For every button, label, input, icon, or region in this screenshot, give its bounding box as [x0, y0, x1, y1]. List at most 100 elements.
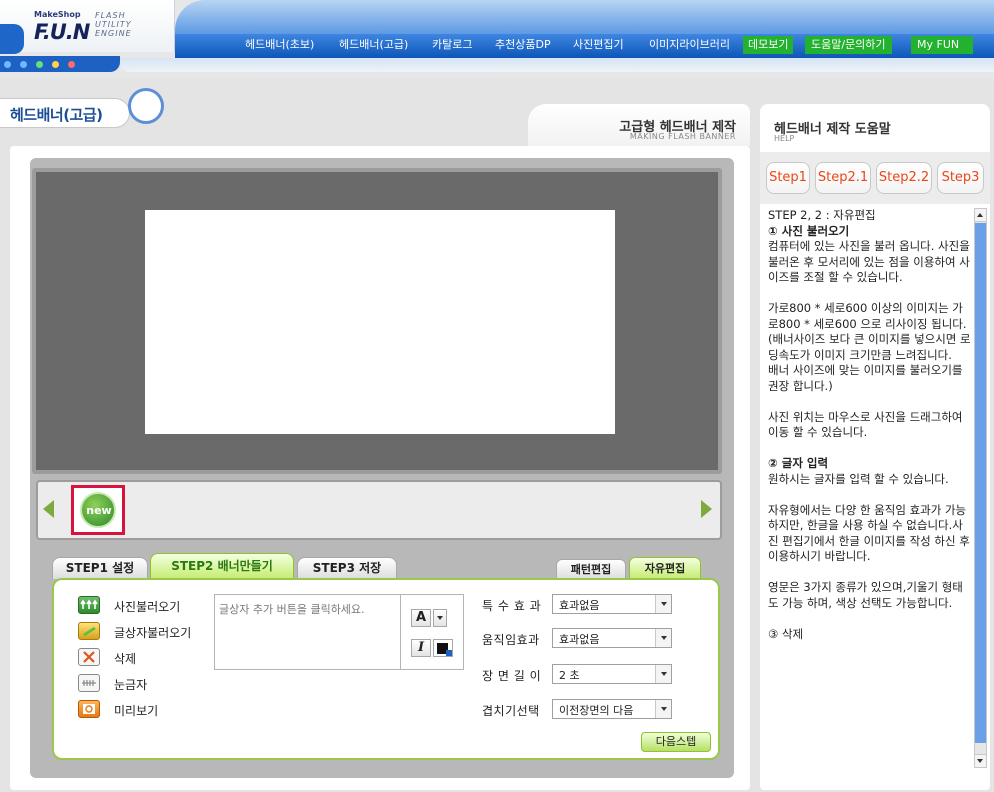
overlap-select[interactable]: 이전장면의 다음: [552, 699, 672, 719]
tool-ruler-label: 눈금자: [114, 678, 148, 692]
help-spacer: [768, 487, 973, 503]
help-step2-2-button[interactable]: Step2.2: [876, 162, 932, 194]
main-header-subtitle: MAKING FLASH BANNER: [629, 132, 736, 141]
page-title: 헤드배너(고급): [10, 106, 103, 124]
help-paragraph: STEP 2, 2 : 자유편집: [768, 208, 876, 222]
italic-button-label: I: [417, 640, 425, 655]
logo-sub-line: UTILITY: [95, 20, 132, 29]
help-spacer: [768, 441, 973, 457]
arrow-left-icon[interactable]: [43, 500, 54, 518]
tab-step3-label: STEP3 저장: [312, 561, 382, 575]
overlap-value: 이전장면의 다음: [559, 704, 634, 717]
tab-pattern-edit[interactable]: 패턴편집: [556, 559, 626, 579]
help-heading: ① 사진 불러오기: [768, 223, 850, 238]
text-tools: A I: [400, 595, 463, 669]
scroll-up-button[interactable]: [975, 209, 986, 222]
nav-item-help-contact[interactable]: 도움말/문의하기: [805, 36, 892, 54]
dot-icon: [4, 61, 11, 68]
font-button-label: A: [415, 610, 427, 625]
dot-icon: [20, 61, 27, 68]
delete-icon: [78, 648, 100, 666]
ruler-icon: [78, 674, 100, 692]
photo-load-icon: [78, 596, 100, 614]
nav-item-head-banner-advanced[interactable]: 헤드배너(고급): [339, 36, 408, 54]
help-scrollbar[interactable]: [974, 208, 987, 768]
motion-effect-select[interactable]: 효과없음: [552, 628, 672, 648]
nav-item-image-library[interactable]: 이미지라이브러리: [649, 36, 730, 54]
nav-item-demo[interactable]: 데모보기: [743, 36, 794, 54]
new-scene-thumbnail[interactable]: new: [71, 485, 125, 535]
nav-top-band: [175, 0, 994, 34]
chevron-down-icon: [655, 595, 671, 613]
logo-sub-line: FLASH: [95, 11, 126, 20]
logo-subtitle: FLASH UTILITY ENGINE: [95, 11, 132, 38]
status-dots: [0, 56, 120, 72]
nav-item-my-fun[interactable]: My FUN: [911, 36, 973, 54]
italic-button[interactable]: I: [411, 639, 431, 657]
nav-item-photo-editor[interactable]: 사진편집기: [573, 36, 624, 54]
special-effect-select[interactable]: 효과없음: [552, 594, 672, 614]
help-paragraph: (배너사이즈 보다 큰 이미지를 넣으시면 로딩속도가 이미지 크기만큼 느려집…: [768, 332, 971, 362]
help-spacer: [768, 394, 973, 410]
dot-icon: [68, 61, 75, 68]
special-effect-value: 효과없음: [559, 599, 600, 612]
textbox-icon: [78, 622, 100, 640]
scroll-down-button[interactable]: [975, 754, 986, 767]
tab-pattern-edit-label: 패턴편집: [570, 563, 612, 576]
scene-length-value: 2 초: [559, 669, 580, 682]
banner-canvas[interactable]: [145, 210, 615, 434]
scene-length-label: 장 면 길 이: [482, 669, 542, 683]
chevron-down-icon: [655, 665, 671, 683]
motion-effect-label: 움직임효과: [482, 633, 540, 647]
logo[interactable]: MakeShop F.U.N FLASH UTILITY ENGINE: [0, 0, 175, 54]
top-header: MakeShop F.U.N FLASH UTILITY ENGINE 헤드배너…: [0, 0, 994, 78]
help-step3-button[interactable]: Step3: [937, 162, 984, 194]
tool-preview-label: 미리보기: [114, 704, 159, 718]
arrow-right-icon[interactable]: [701, 500, 712, 518]
help-step2-1-button[interactable]: Step2.1: [815, 162, 871, 194]
help-spacer: [768, 611, 973, 627]
chevron-down-icon: [655, 629, 671, 647]
title-circle-icon: [128, 88, 164, 124]
help-paragraph: 컴퓨터에 있는 사진을 불러 옵니다. 사진을 불러온 후 모서리에 있는 점을…: [768, 239, 970, 284]
tool-delete-label: 삭제: [114, 652, 137, 666]
font-dropdown-button[interactable]: [433, 609, 447, 627]
motion-effect-value: 효과없음: [559, 633, 600, 646]
help-paragraph: 영문은 3가지 종류가 있으며,기울기 형태도 가능 하며, 색상 선택도 가능…: [768, 580, 963, 610]
tab-step3[interactable]: STEP3 저장: [297, 557, 397, 579]
help-panel: 헤드배너 제작 도움말 HELP Step1 Step2.1 Step2.2 S…: [760, 104, 990, 790]
preview-icon: [78, 700, 100, 718]
font-button[interactable]: A: [411, 609, 431, 627]
chevron-down-icon: [655, 700, 671, 718]
next-step-button[interactable]: 다음스텝: [641, 732, 711, 752]
help-step1-label: Step1: [769, 170, 807, 185]
tab-free-edit[interactable]: 자유편집: [629, 557, 701, 579]
nav-item-catalog[interactable]: 카탈로그: [432, 36, 472, 54]
help-step1-button[interactable]: Step1: [766, 162, 810, 194]
help-paragraph: 가로800 * 세로600 이상의 이미지는 가로800 * 세로600 으로 …: [768, 301, 967, 331]
scene-length-select[interactable]: 2 초: [552, 664, 672, 684]
help-step3-label: Step3: [941, 170, 980, 185]
new-badge-icon: new: [80, 492, 116, 528]
arrow-up-icon: [977, 213, 983, 217]
logo-maker-text: MakeShop: [34, 10, 81, 19]
help-subtitle: HELP: [774, 134, 795, 143]
help-spacer: [768, 286, 973, 302]
color-dropdown-icon: [446, 650, 452, 656]
tab-step1[interactable]: STEP1 설정: [52, 557, 148, 579]
special-effect-label: 특 수 효 과: [482, 599, 542, 613]
new-badge-label: new: [86, 504, 112, 517]
tool-photo-load-label: 사진불러오기: [114, 600, 181, 614]
nav-item-recommended-dp[interactable]: 추천상품DP: [495, 36, 551, 54]
help-paragraph: 사진 위치는 마우스로 사진을 드래그하여 이동 할 수 있습니다.: [768, 409, 967, 440]
color-picker-button[interactable]: [433, 639, 453, 657]
logo-accent: [0, 24, 24, 54]
nav-bottom-band: [120, 58, 994, 72]
scroll-thumb[interactable]: [975, 223, 986, 743]
dot-icon: [52, 61, 59, 68]
tab-step2[interactable]: STEP2 배너만들기: [150, 553, 294, 579]
help-step2-2-label: Step2.2: [878, 170, 930, 185]
tab-step2-label: STEP2 배너만들기: [171, 559, 273, 573]
help-step2-1-label: Step2.1: [817, 170, 869, 185]
nav-item-head-banner-basic[interactable]: 헤드배너(초보): [245, 36, 314, 54]
